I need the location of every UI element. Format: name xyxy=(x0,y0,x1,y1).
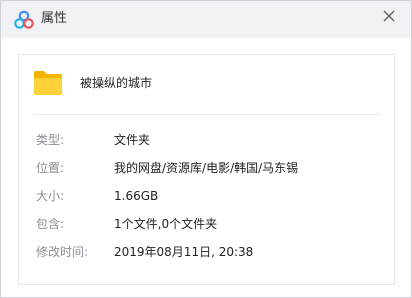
modified-label: 修改时间: xyxy=(36,245,89,259)
divider xyxy=(33,114,380,115)
folder-icon xyxy=(34,71,62,95)
cloud-logo-icon xyxy=(14,10,34,29)
modified-value: 2019年08月11日, 20:38 xyxy=(114,245,254,259)
property-row-type: 类型: 文件夹 xyxy=(36,132,386,148)
size-label: 大小: xyxy=(36,189,65,203)
contains-value: 1个文件,0个文件夹 xyxy=(114,217,218,231)
property-row-modified: 修改时间: 2019年08月11日, 20:38 xyxy=(36,244,386,260)
location-value: 我的网盘/资源库/电影/韩国/马东锡 xyxy=(114,161,299,175)
type-value: 文件夹 xyxy=(114,133,151,147)
property-row-location: 位置: 我的网盘/资源库/电影/韩国/马东锡 xyxy=(36,160,386,176)
properties-dialog: 属性 被操纵的城市 类型: 文件夹 位置: 我的网盘/资源库/电影/韩国/马东锡… xyxy=(0,0,412,298)
file-name: 被操纵的城市 xyxy=(80,76,153,90)
close-icon[interactable] xyxy=(379,6,399,26)
property-row-contains: 包含: 1个文件,0个文件夹 xyxy=(36,216,386,232)
contains-label: 包含: xyxy=(36,217,65,231)
title-bar[interactable]: 属性 xyxy=(1,1,411,38)
properties-panel: 被操纵的城市 类型: 文件夹 位置: 我的网盘/资源库/电影/韩国/马东锡 大小… xyxy=(18,54,395,285)
dialog-title: 属性 xyxy=(41,11,68,26)
type-label: 类型: xyxy=(36,133,65,147)
property-row-size: 大小: 1.66GB xyxy=(36,188,386,204)
location-label: 位置: xyxy=(36,161,65,175)
size-value: 1.66GB xyxy=(114,189,159,203)
